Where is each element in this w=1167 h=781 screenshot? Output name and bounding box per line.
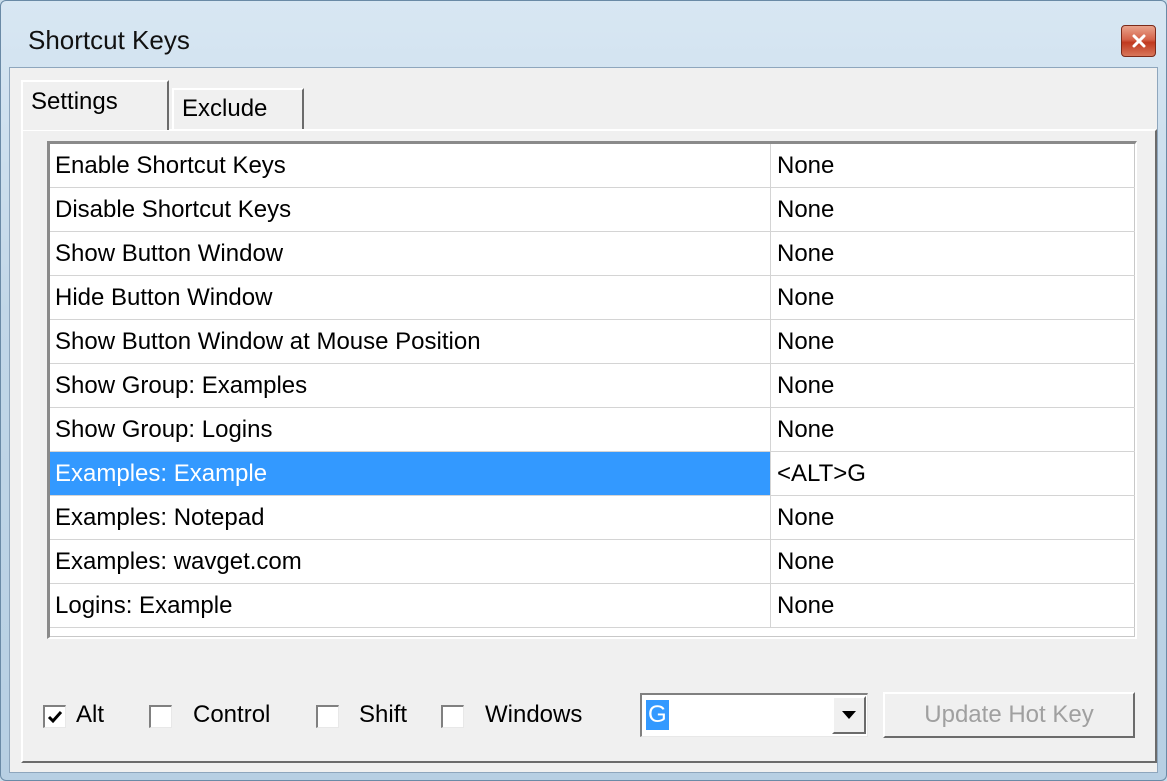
hotkey-cell: None	[777, 504, 835, 531]
action-cell: Show Button Window at Mouse Position	[50, 320, 771, 363]
settings-panel: Enable Shortcut Keys None Disable Shortcut…	[21, 129, 1157, 763]
hotkey-cell: None	[777, 196, 835, 223]
alt-label: Alt	[76, 701, 105, 728]
hotkey-cell: None	[777, 328, 835, 355]
shortcut-list-body: Enable Shortcut Keys None Disable Shortcut…	[50, 144, 1135, 637]
table-row[interactable]: Hide Button Window None	[50, 276, 1135, 320]
table-row[interactable]: Show Button Window None	[50, 232, 1135, 276]
hotkey-cell: None	[777, 416, 835, 443]
hotkey-cell: None	[777, 372, 835, 399]
hotkey-cell: None	[777, 240, 835, 267]
key-select[interactable]: G	[640, 693, 868, 737]
window-title: Shortcut Keys	[28, 25, 190, 55]
tab-settings[interactable]: Settings	[21, 80, 169, 130]
hotkey-controls: Alt Control Shift Windows G Update Hot K…	[23, 671, 1155, 751]
close-button[interactable]	[1121, 25, 1156, 57]
action-cell: Disable Shortcut Keys	[50, 188, 771, 231]
action-cell: Examples: Example	[50, 452, 771, 495]
table-row[interactable]: Show Group: Examples None	[50, 364, 1135, 408]
action-cell: Hide Button Window	[50, 276, 771, 319]
table-row[interactable]: Enable Shortcut Keys None	[50, 144, 1135, 188]
hotkey-cell: None	[777, 284, 835, 311]
chevron-down-icon	[842, 706, 856, 724]
tab-exclude[interactable]: Exclude	[172, 88, 304, 130]
action-cell: Show Button Window	[50, 232, 771, 275]
client-area: Settings Exclude Enable Shortcut Keys Non…	[9, 67, 1158, 773]
action-cell: Show Group: Logins	[50, 408, 771, 451]
shift-checkbox[interactable]	[316, 705, 339, 728]
shortcut-list[interactable]: Enable Shortcut Keys None Disable Shortcut…	[47, 141, 1137, 639]
table-row[interactable]: Show Group: Logins None	[50, 408, 1135, 452]
hotkey-cell: None	[777, 152, 835, 179]
tab-exclude-label: Exclude	[182, 95, 268, 122]
alt-checkbox[interactable]	[43, 705, 66, 728]
hotkey-cell: <ALT>G	[777, 460, 866, 487]
table-row[interactable]: Show Button Window at Mouse Position None	[50, 320, 1135, 364]
table-row[interactable]: Examples: wavget.com None	[50, 540, 1135, 584]
action-cell: Examples: Notepad	[50, 496, 771, 539]
action-cell: Enable Shortcut Keys	[50, 144, 771, 187]
dialog-window: Shortcut Keys Settings Exclude Enable Sh…	[0, 0, 1167, 781]
action-cell: Examples: wavget.com	[50, 540, 771, 583]
control-label: Control	[193, 701, 271, 728]
windows-label: Windows	[485, 701, 583, 728]
table-row[interactable]: Disable Shortcut Keys None	[50, 188, 1135, 232]
shift-label: Shift	[359, 701, 408, 728]
hotkey-cell: None	[777, 548, 835, 575]
title-bar[interactable]: Shortcut Keys	[1, 1, 1166, 67]
table-row[interactable]: Examples: Notepad None	[50, 496, 1135, 540]
control-checkbox[interactable]	[149, 705, 172, 728]
key-select-dropdown-button[interactable]	[832, 696, 866, 734]
hotkey-cell: None	[777, 592, 835, 619]
tab-settings-label: Settings	[31, 88, 118, 115]
table-row[interactable]: Examples: Example <ALT>G	[50, 452, 1135, 496]
windows-checkbox[interactable]	[441, 705, 464, 728]
close-icon	[1131, 34, 1147, 48]
key-select-value[interactable]: G	[646, 700, 669, 730]
table-row[interactable]: Logins: Example None	[50, 584, 1135, 628]
action-cell: Show Group: Examples	[50, 364, 771, 407]
action-cell: Logins: Example	[50, 584, 771, 627]
update-hot-key-button[interactable]: Update Hot Key	[883, 692, 1135, 738]
